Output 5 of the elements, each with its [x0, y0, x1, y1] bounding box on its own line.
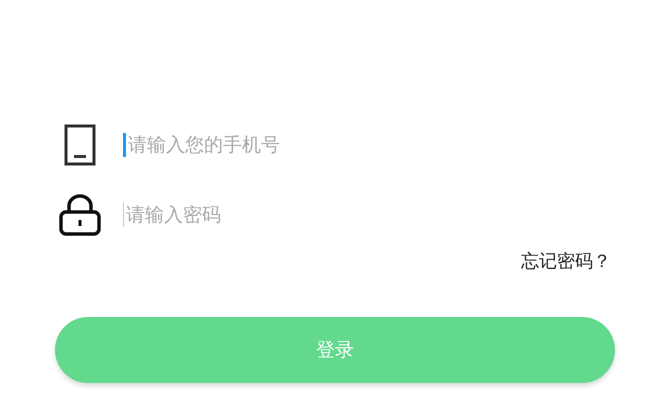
phone-field[interactable]: 请输入您的手机号	[126, 130, 546, 160]
phone-icon	[64, 124, 96, 166]
password-field[interactable]: 请输入密码	[124, 200, 544, 230]
lock-icon	[58, 194, 102, 236]
forgot-password-link[interactable]: 忘记密码？	[521, 248, 611, 275]
